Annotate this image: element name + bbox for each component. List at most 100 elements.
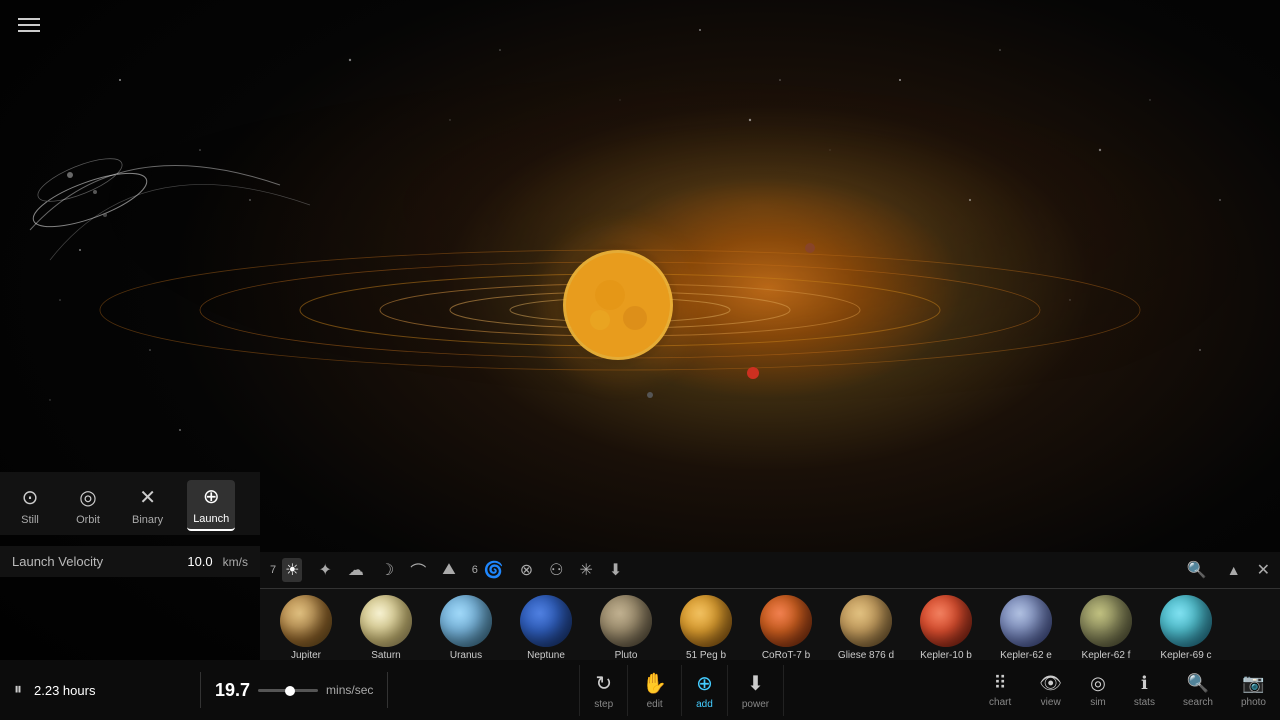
- edit-icon: ✋: [642, 671, 667, 696]
- view-icon: 👁: [1039, 673, 1062, 694]
- planet-item-gliese876d[interactable]: Gliese 876 d: [828, 593, 904, 663]
- photo-label: photo: [1241, 697, 1266, 708]
- planet-count-1: 7: [270, 564, 276, 576]
- planet-circle-pluto: [600, 595, 652, 647]
- stats-label: stats: [1134, 697, 1155, 708]
- planet-item-uranus[interactable]: Uranus: [428, 593, 504, 663]
- speed-slider[interactable]: [258, 689, 318, 692]
- toolbar-close-icon[interactable]: ✕: [1257, 560, 1270, 580]
- tool-mountain[interactable]: ⛰: [442, 561, 455, 579]
- action-right-section: ⠿ chart 👁 view ◎ sim ℹ stats 🔍 search 📷 …: [975, 667, 1280, 714]
- planet-item-saturn[interactable]: Saturn: [348, 593, 424, 663]
- launch-velocity-value: 10.0: [187, 554, 212, 569]
- tool-sun[interactable]: ☀: [282, 558, 302, 582]
- planet-circle-kepler62e: [1000, 595, 1052, 647]
- tool-cloud[interactable]: ☁: [348, 560, 364, 580]
- planet-toolbar: 7 ☀ ✦ ☁ ☽ ⌒ ⛰ 6 🌀 ⊗ ⚇ ✳ ⬇ 🔍 ▲ ✕: [260, 552, 1280, 589]
- mode-launch[interactable]: ⊕ Launch: [187, 480, 235, 531]
- stats-icon: ℹ: [1141, 673, 1148, 694]
- planet-panel: 7 ☀ ✦ ☁ ☽ ⌒ ⛰ 6 🌀 ⊗ ⚇ ✳ ⬇ 🔍 ▲ ✕ JupiterS…: [260, 552, 1280, 660]
- action-bar: ⏸ 2.23 hours 19.7 mins/sec ↻ step ✋ edit…: [0, 660, 1280, 720]
- right-search[interactable]: 🔍 search: [1169, 667, 1227, 714]
- planet-item-51pegb[interactable]: 51 Peg b: [668, 593, 744, 663]
- planet-item-pluto[interactable]: Pluto: [588, 593, 664, 663]
- tool-step[interactable]: ↻ step: [579, 665, 628, 716]
- launch-velocity-bar: Launch Velocity 10.0 km/s: [0, 546, 260, 577]
- tool-add[interactable]: ⊕ add: [682, 665, 728, 716]
- planet-circle-kepler10b: [920, 595, 972, 647]
- tool-power[interactable]: ⬇ power: [728, 665, 784, 716]
- planet-item-neptune[interactable]: Neptune: [508, 593, 584, 663]
- add-label: add: [696, 699, 713, 710]
- right-stats[interactable]: ℹ stats: [1120, 667, 1169, 714]
- binary-icon: ✕: [139, 485, 156, 510]
- step-label: step: [594, 699, 613, 710]
- planet-circle-51pegb: [680, 595, 732, 647]
- hamburger-line-1: [18, 18, 40, 20]
- still-icon: ⊙: [22, 485, 39, 510]
- tool-rings[interactable]: ⊗: [520, 560, 533, 580]
- tool-person[interactable]: ⚇: [549, 560, 563, 580]
- tool-edit[interactable]: ✋ edit: [628, 665, 682, 716]
- planet-circle-kepler69c: [1160, 595, 1212, 647]
- time-display: 2.23 hours: [34, 683, 95, 698]
- add-icon: ⊕: [696, 671, 713, 696]
- mode-bar: ⊙ Still ◎ Orbit ✕ Binary ⊕ Launch: [0, 472, 260, 535]
- mode-still-label: Still: [21, 514, 39, 526]
- planet-item-corot7b[interactable]: CoRoT-7 b: [748, 593, 824, 663]
- tool-gears[interactable]: ✳: [579, 560, 592, 580]
- action-tools: ↻ step ✋ edit ⊕ add ⬇ power: [388, 665, 975, 716]
- planet-item-kepler10b[interactable]: Kepler-10 b: [908, 593, 984, 663]
- planet-list: JupiterSaturnUranusNeptunePluto51 Peg bC…: [260, 589, 1280, 667]
- tool-down-arrow[interactable]: ⬇: [609, 560, 622, 580]
- search-label: search: [1183, 697, 1213, 708]
- sim-icon: ◎: [1090, 673, 1106, 694]
- power-icon: ⬇: [747, 671, 764, 696]
- hamburger-menu[interactable]: [18, 18, 40, 32]
- planet-circle-gliese876d: [840, 595, 892, 647]
- mode-orbit[interactable]: ◎ Orbit: [68, 481, 108, 530]
- planet-search-icon[interactable]: 🔍: [1187, 560, 1207, 580]
- mode-still[interactable]: ⊙ Still: [10, 481, 50, 530]
- right-chart[interactable]: ⠿ chart: [975, 667, 1025, 714]
- right-sim[interactable]: ◎ sim: [1076, 667, 1120, 714]
- tool-star[interactable]: ✦: [318, 560, 331, 580]
- pause-button[interactable]: ⏸: [14, 681, 22, 699]
- hamburger-line-2: [18, 24, 40, 26]
- planet-item-kepler62e[interactable]: Kepler-62 e: [988, 593, 1064, 663]
- tool-moon[interactable]: ☽: [380, 560, 394, 580]
- speed-unit: mins/sec: [326, 683, 373, 697]
- toolbar-expand-icon[interactable]: ▲: [1227, 562, 1241, 578]
- step-icon: ↻: [595, 671, 612, 696]
- planet-circle-corot7b: [760, 595, 812, 647]
- planet-circle-kepler62f: [1080, 595, 1132, 647]
- right-photo[interactable]: 📷 photo: [1227, 667, 1280, 714]
- mode-binary-label: Binary: [132, 514, 163, 526]
- speed-area: 19.7 mins/sec: [201, 680, 387, 701]
- mode-binary[interactable]: ✕ Binary: [126, 481, 169, 530]
- chart-icon: ⠿: [994, 673, 1007, 694]
- sim-label: sim: [1090, 697, 1106, 708]
- planet-count-2: 6: [472, 564, 478, 576]
- right-view[interactable]: 👁 view: [1025, 667, 1076, 714]
- mode-launch-label: Launch: [193, 513, 229, 525]
- launch-velocity-label: Launch Velocity: [12, 554, 103, 569]
- mode-orbit-label: Orbit: [76, 514, 100, 526]
- search-icon: 🔍: [1187, 673, 1209, 694]
- chart-label: chart: [989, 697, 1011, 708]
- action-left-section: ⏸ 2.23 hours: [0, 681, 200, 699]
- orbit-icon: ◎: [79, 485, 96, 510]
- planet-item-jupiter[interactable]: Jupiter: [268, 593, 344, 663]
- view-label: view: [1041, 697, 1061, 708]
- photo-icon: 📷: [1242, 673, 1264, 694]
- edit-label: edit: [647, 699, 663, 710]
- planet-item-kepler69c[interactable]: Kepler-69 c: [1148, 593, 1224, 663]
- tool-comet[interactable]: ⌒: [410, 558, 426, 582]
- planet-circle-saturn: [360, 595, 412, 647]
- tool-swirl[interactable]: 🌀: [484, 560, 504, 580]
- planet-circle-neptune: [520, 595, 572, 647]
- planet-item-kepler62f[interactable]: Kepler-62 f: [1068, 593, 1144, 663]
- speed-slider-thumb: [285, 686, 295, 696]
- hamburger-line-3: [18, 30, 40, 32]
- planet-circle-jupiter: [280, 595, 332, 647]
